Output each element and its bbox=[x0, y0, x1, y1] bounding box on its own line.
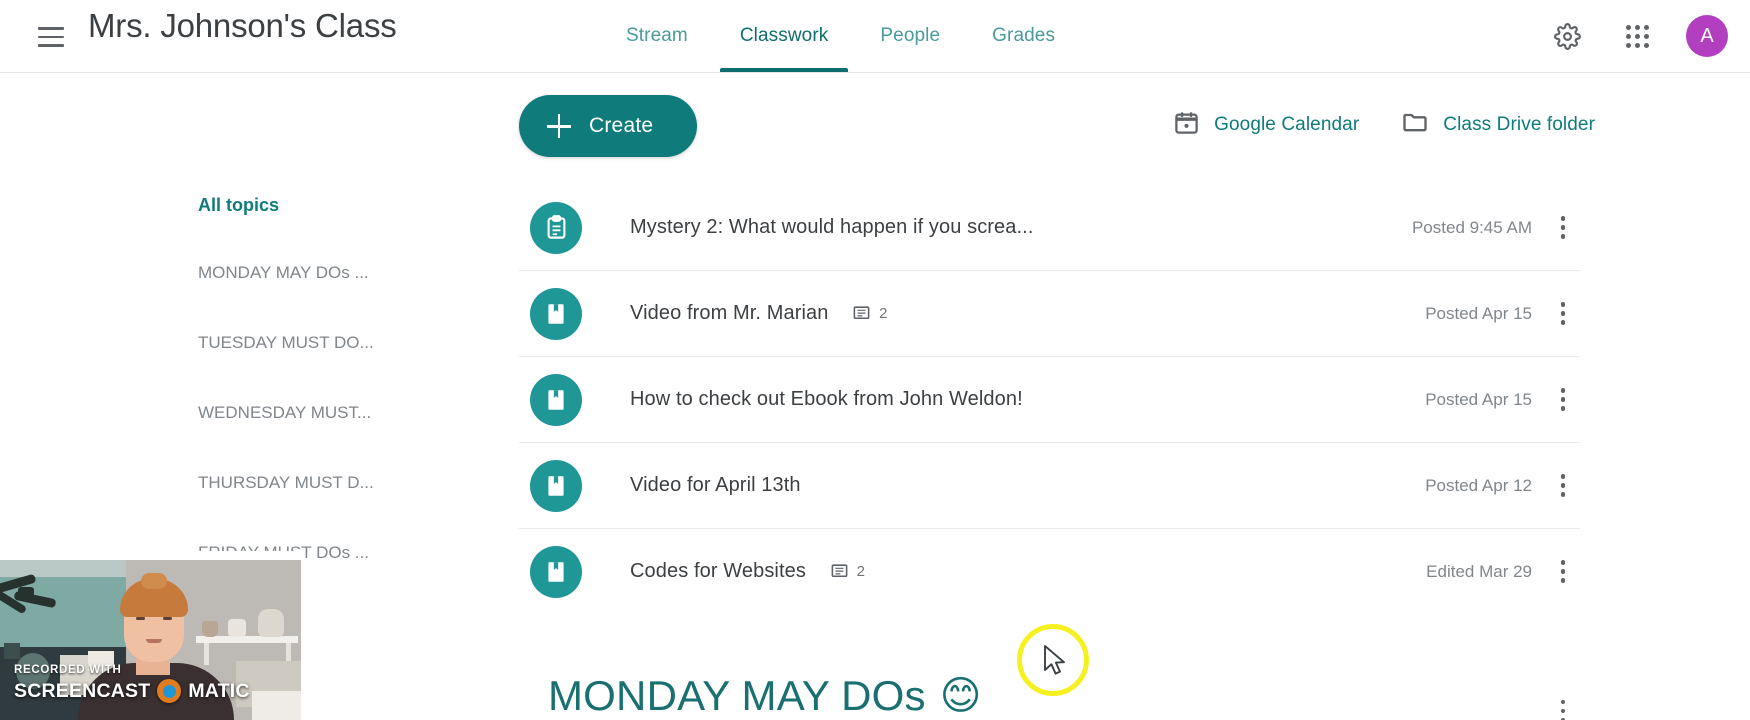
shelf-decor bbox=[258, 609, 284, 637]
tab-grades[interactable]: Grades bbox=[966, 0, 1081, 72]
brand-row: SCREENCAST MATIC bbox=[14, 679, 250, 703]
assignment-clipboard-icon bbox=[530, 201, 582, 254]
row-overflow-menu-icon[interactable] bbox=[1546, 469, 1580, 503]
sidebar-item-thursday[interactable]: THURSDAY MUST D... bbox=[198, 473, 378, 493]
table-row[interactable]: Codes for Websites 2 Edited Mar 29 bbox=[519, 529, 1580, 614]
row-meta: Posted Apr 12 bbox=[1425, 443, 1580, 528]
main-tabs: Stream Classwork People Grades bbox=[600, 0, 1081, 72]
ceiling-fan bbox=[18, 587, 34, 597]
row-overflow-menu-icon[interactable] bbox=[1546, 297, 1580, 331]
calendar-icon bbox=[1173, 109, 1200, 141]
mouse-pointer-icon bbox=[1044, 645, 1065, 675]
row-title-text: Codes for Websites bbox=[630, 560, 806, 582]
sidebar-item-monday[interactable]: MONDAY MAY DOs ... bbox=[198, 263, 378, 283]
google-calendar-label: Google Calendar bbox=[1214, 113, 1360, 135]
topic-heading-text: MONDAY MAY DOs bbox=[548, 672, 926, 719]
app-header: Mrs. Johnson's Class Stream Classwork Pe… bbox=[0, 0, 1750, 73]
create-button[interactable]: Create bbox=[519, 95, 697, 157]
row-meta: Edited Mar 29 bbox=[1426, 529, 1580, 614]
row-title: Video for April 13th bbox=[630, 474, 801, 496]
comment-badge: 2 bbox=[830, 562, 865, 581]
table-row[interactable]: Video for April 13th Posted Apr 12 bbox=[519, 443, 1580, 529]
toolbar-links: Google Calendar Class Drive folder bbox=[1173, 108, 1595, 141]
material-book-icon bbox=[530, 545, 582, 598]
person-hair-bun bbox=[141, 573, 167, 589]
row-meta: Posted Apr 15 bbox=[1425, 357, 1580, 442]
classwork-list: Mystery 2: What would happen if you scre… bbox=[519, 185, 1580, 614]
person-eye-right bbox=[163, 617, 172, 620]
shelf-decor bbox=[202, 621, 218, 637]
screencast-o-matic-watermark: RECORDED WITH SCREENCAST MATIC bbox=[14, 664, 250, 703]
table-row[interactable]: Mystery 2: What would happen if you scre… bbox=[519, 185, 1580, 271]
row-title: Video from Mr. Marian 2 bbox=[630, 302, 888, 325]
row-overflow-menu-icon[interactable] bbox=[1546, 383, 1580, 417]
screencast-o-matic-logo-icon bbox=[157, 679, 182, 703]
avatar[interactable]: A bbox=[1686, 15, 1728, 57]
row-date: Posted Apr 12 bbox=[1425, 475, 1532, 495]
row-date: Posted Apr 15 bbox=[1425, 389, 1532, 409]
google-calendar-link[interactable]: Google Calendar bbox=[1173, 109, 1359, 141]
chair bbox=[252, 691, 301, 720]
create-button-label: Create bbox=[589, 114, 654, 137]
row-date: Posted Apr 15 bbox=[1425, 303, 1532, 323]
topic-overflow-menu-icon[interactable] bbox=[1546, 694, 1580, 720]
row-title: How to check out Ebook from John Weldon! bbox=[630, 388, 1023, 410]
table-row[interactable]: How to check out Ebook from John Weldon!… bbox=[519, 357, 1580, 443]
smiling-face-emoji-icon: 😊 bbox=[939, 674, 982, 718]
material-book-icon bbox=[530, 373, 582, 426]
cursor-highlight-ring bbox=[1017, 624, 1089, 696]
gear-icon[interactable] bbox=[1546, 15, 1588, 57]
comment-count: 2 bbox=[856, 563, 866, 581]
row-overflow-menu-icon[interactable] bbox=[1546, 555, 1580, 589]
hamburger-menu-icon[interactable] bbox=[32, 18, 70, 56]
plus-icon bbox=[547, 114, 571, 138]
comment-badge: 2 bbox=[852, 304, 887, 323]
row-overflow-menu-icon[interactable] bbox=[1546, 211, 1580, 245]
folder-icon bbox=[1401, 108, 1429, 141]
row-title: Codes for Websites 2 bbox=[630, 560, 865, 583]
header-actions: A bbox=[1546, 0, 1728, 72]
tab-stream[interactable]: Stream bbox=[600, 0, 714, 72]
recorded-with-label: RECORDED WITH bbox=[14, 664, 122, 676]
wall-shelf bbox=[196, 636, 298, 643]
brand-matic-label: MATIC bbox=[188, 679, 250, 702]
brand-screencast-label: SCREENCAST bbox=[14, 679, 151, 702]
material-book-icon bbox=[530, 459, 582, 512]
overlay-top-edge bbox=[0, 551, 301, 560]
tab-classwork[interactable]: Classwork bbox=[714, 0, 855, 72]
sidebar-item-all-topics[interactable]: All topics bbox=[198, 195, 428, 216]
page-title: Mrs. Johnson's Class bbox=[88, 7, 397, 44]
app-root: Mrs. Johnson's Class Stream Classwork Pe… bbox=[0, 0, 1750, 720]
tab-people[interactable]: People bbox=[854, 0, 966, 72]
sidebar-item-tuesday[interactable]: TUESDAY MUST DO... bbox=[198, 333, 378, 353]
material-book-icon bbox=[530, 287, 582, 340]
table-row[interactable]: Video from Mr. Marian 2 Posted Apr 15 bbox=[519, 271, 1580, 357]
comment-icon bbox=[831, 564, 848, 578]
comment-icon bbox=[853, 306, 870, 320]
apps-grid-icon[interactable] bbox=[1616, 15, 1658, 57]
class-drive-folder-link[interactable]: Class Drive folder bbox=[1401, 108, 1595, 141]
row-date: Edited Mar 29 bbox=[1426, 561, 1532, 581]
person-mouth bbox=[146, 639, 162, 643]
sidebar-item-wednesday[interactable]: WEDNESDAY MUST... bbox=[198, 403, 378, 423]
person-eye-left bbox=[136, 617, 145, 620]
comment-count: 2 bbox=[879, 305, 888, 323]
topic-heading[interactable]: MONDAY MAY DOs 😊 bbox=[548, 672, 982, 720]
shelf-bracket bbox=[204, 643, 209, 665]
row-title: Mystery 2: What would happen if you scre… bbox=[630, 216, 1034, 238]
webcam-overlay: RECORDED WITH SCREENCAST MATIC bbox=[0, 551, 301, 720]
wall-picture bbox=[4, 643, 20, 659]
row-date: Posted 9:45 AM bbox=[1411, 217, 1532, 237]
row-meta: Posted 9:45 AM bbox=[1412, 185, 1580, 270]
row-meta: Posted Apr 15 bbox=[1425, 271, 1580, 356]
class-drive-folder-label: Class Drive folder bbox=[1443, 113, 1595, 135]
row-title-text: Video from Mr. Marian bbox=[630, 302, 829, 324]
shelf-decor bbox=[228, 619, 246, 637]
